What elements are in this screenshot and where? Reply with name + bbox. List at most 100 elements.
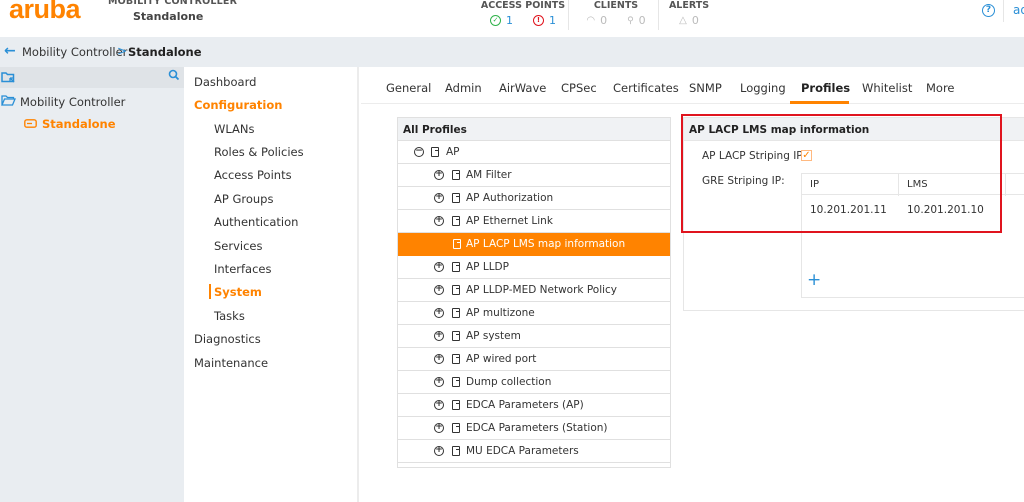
nav-item-diagnostics[interactable]: Diagnostics xyxy=(194,332,261,346)
expand-icon[interactable]: + xyxy=(434,193,444,203)
profile-row[interactable]: AP LACP LMS map information xyxy=(398,233,670,256)
help-icon[interactable]: ? xyxy=(982,4,995,17)
all-profiles-title: All Profiles xyxy=(398,118,670,141)
wifi-icon: ◠ xyxy=(586,15,596,26)
profile-row[interactable]: + AP multizone xyxy=(398,302,670,325)
alerts-count: 0 xyxy=(691,14,699,27)
folder-expand-icon[interactable] xyxy=(1,70,17,87)
alerts-stat[interactable]: ALERTS △ 0 xyxy=(665,0,713,32)
tab-certificates[interactable]: Certificates xyxy=(613,81,679,95)
profile-label: Dump collection xyxy=(466,376,552,388)
nav-item-system[interactable]: System xyxy=(214,285,262,299)
profile-row[interactable]: + AP LLDP xyxy=(398,256,670,279)
profile-row[interactable]: + EDCA Parameters (AP) xyxy=(398,394,670,417)
tab-snmp[interactable]: SNMP xyxy=(689,81,722,95)
profile-row[interactable]: + AM Filter xyxy=(398,164,670,187)
profile-label: EDCA Parameters (Station) xyxy=(466,422,608,434)
profile-row[interactable]: + AP LLDP-MED Network Policy xyxy=(398,279,670,302)
nav-item-maintenance[interactable]: Maintenance xyxy=(194,356,268,370)
access-points-stat[interactable]: ACCESS POINTS ✓ 1 ! 1 xyxy=(480,0,566,32)
profile-doc-icon xyxy=(452,400,460,410)
profile-doc-icon xyxy=(431,147,439,157)
stat-divider xyxy=(658,0,659,30)
profile-row[interactable]: + AP Authorization xyxy=(398,187,670,210)
access-points-title: ACCESS POINTS xyxy=(480,0,566,11)
column-header-ip[interactable]: IP xyxy=(810,179,819,190)
profile-label: AM Filter xyxy=(466,169,512,181)
profile-doc-icon xyxy=(452,193,460,203)
profile-row[interactable]: + AP wired port xyxy=(398,348,670,371)
detail-title: AP LACP LMS map information xyxy=(684,118,1024,141)
expand-icon[interactable]: + xyxy=(434,308,444,318)
clients-stat[interactable]: CLIENTS ◠ 0 ⚲ 0 xyxy=(575,0,657,32)
tab-general[interactable]: General xyxy=(386,81,431,95)
expand-icon[interactable]: + xyxy=(434,331,444,341)
user-menu[interactable]: ad xyxy=(1013,3,1024,17)
profile-label: EDCA Parameters (AP) xyxy=(466,399,584,411)
cell-ip[interactable]: 10.201.201.11 xyxy=(810,204,887,216)
profile-row[interactable]: + EDCA Parameters (Station) xyxy=(398,417,670,440)
nav-item-ap-groups[interactable]: AP Groups xyxy=(214,192,273,206)
nav-item-services[interactable]: Services xyxy=(214,239,263,253)
profile-doc-icon xyxy=(452,446,460,456)
nav-item-access-points[interactable]: Access Points xyxy=(214,168,292,182)
nav-item-tasks[interactable]: Tasks xyxy=(214,309,245,323)
tab-more[interactable]: More xyxy=(926,81,955,95)
breadcrumb-item-mobility-controller[interactable]: Mobility Controller xyxy=(22,45,127,59)
profile-doc-icon xyxy=(453,239,461,249)
tree-toolbar xyxy=(0,67,184,88)
tab-admin[interactable]: Admin xyxy=(445,81,482,95)
aruba-logo[interactable]: aruba xyxy=(9,0,81,25)
tab-whitelist[interactable]: Whitelist xyxy=(862,81,912,95)
nav-item-authentication[interactable]: Authentication xyxy=(214,215,298,229)
expand-icon[interactable]: + xyxy=(434,262,444,272)
profile-group-ap[interactable]: − AP xyxy=(398,141,670,164)
nav-item-dashboard[interactable]: Dashboard xyxy=(194,75,256,89)
profile-row[interactable]: + MU EDCA Parameters xyxy=(398,440,670,463)
expand-icon[interactable]: + xyxy=(434,285,444,295)
system-tabs: General Admin AirWave CPSec Certificates… xyxy=(361,67,1024,104)
profile-label: AP wired port xyxy=(466,353,537,365)
profile-row[interactable]: + AP system xyxy=(398,325,670,348)
breadcrumb: ← Mobility Controller > Standalone xyxy=(0,37,1024,67)
ap-down-icon: ! xyxy=(533,15,544,26)
column-header-lms[interactable]: LMS xyxy=(907,179,928,190)
clients-title: CLIENTS xyxy=(593,0,639,11)
profile-row[interactable]: + AP Ethernet Link xyxy=(398,210,670,233)
collapse-icon[interactable]: − xyxy=(414,147,424,157)
context-name: Standalone xyxy=(133,10,204,23)
back-arrow-icon[interactable]: ← xyxy=(4,43,16,59)
tree-node-mobility-controller[interactable]: Mobility Controller xyxy=(1,94,125,109)
column-divider xyxy=(898,174,899,196)
expand-icon[interactable]: + xyxy=(434,170,444,180)
profile-row[interactable]: + Dump collection xyxy=(398,371,670,394)
nav-item-wlans[interactable]: WLANs xyxy=(214,122,255,136)
expand-icon[interactable]: + xyxy=(434,354,444,364)
nav-item-interfaces[interactable]: Interfaces xyxy=(214,262,271,276)
expand-icon[interactable]: + xyxy=(434,446,444,456)
search-icon[interactable] xyxy=(168,69,180,84)
controller-device-icon xyxy=(24,117,37,131)
nav-item-configuration[interactable]: Configuration xyxy=(194,98,282,112)
ap-down-count: 1 xyxy=(549,14,556,27)
gre-striping-table: IP LMS 10.201.201.11 10.201.201.10 + xyxy=(801,173,1024,298)
tree-node-standalone[interactable]: Standalone xyxy=(24,117,116,131)
expand-icon[interactable]: + xyxy=(434,423,444,433)
tab-airwave[interactable]: AirWave xyxy=(499,81,546,95)
tab-profiles[interactable]: Profiles xyxy=(801,81,850,95)
expand-icon[interactable]: + xyxy=(434,216,444,226)
expand-icon[interactable]: + xyxy=(434,400,444,410)
wired-clients-count: 0 xyxy=(638,14,646,27)
profile-doc-icon xyxy=(452,423,460,433)
lacp-striping-checkbox[interactable]: ✓ xyxy=(801,150,812,161)
add-icon[interactable]: + xyxy=(807,272,821,289)
tab-logging[interactable]: Logging xyxy=(740,81,786,95)
ap-up-icon: ✓ xyxy=(490,15,501,26)
tab-cpsec[interactable]: CPSec xyxy=(561,81,597,95)
nav-item-roles-policies[interactable]: Roles & Policies xyxy=(214,145,304,159)
alert-triangle-icon: △ xyxy=(679,15,687,26)
profile-label: AP multizone xyxy=(466,307,535,319)
expand-icon[interactable]: + xyxy=(434,377,444,387)
cell-lms[interactable]: 10.201.201.10 xyxy=(907,204,984,216)
lacp-striping-label: AP LACP Striping IP: xyxy=(702,150,807,162)
